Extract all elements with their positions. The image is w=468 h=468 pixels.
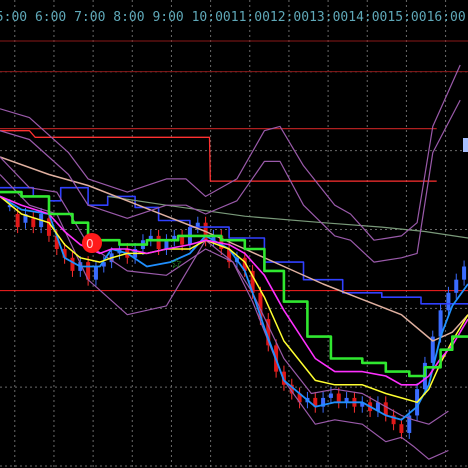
price-chart: 5:00 6:00 7:00 8:00 9:00 10:0011:0012:0013:00…: [0, 0, 468, 468]
x-tick-label-5: 10:00: [192, 10, 231, 25]
candle-body-19: [156, 235, 161, 249]
candle-body-50: [399, 424, 404, 433]
candle-body-1: [15, 213, 20, 228]
x-tick-label-1: 6:00: [35, 10, 66, 25]
candle-body-8: [70, 257, 75, 271]
candle-body-5: [46, 218, 51, 236]
candle-body-56: [446, 292, 451, 311]
x-tick-label-2: 7:00: [74, 10, 105, 25]
candle-body-11: [93, 266, 98, 280]
x-tick-label-11: 16:00: [427, 10, 466, 25]
x-tick-label-3: 8:00: [113, 10, 144, 25]
candle-body-57: [454, 279, 459, 293]
x-tick-label-4: 9:00: [152, 10, 183, 25]
star-marker: ☆: [170, 256, 183, 272]
candle-body-20: [164, 240, 169, 249]
x-tick-label-8: 13:00: [309, 10, 348, 25]
chart-background: [0, 0, 468, 468]
candle-body-58: [462, 266, 467, 280]
candle-body-41: [328, 393, 333, 398]
edge-marker: [463, 138, 468, 152]
x-tick-label-9: 14:00: [348, 10, 387, 25]
candle-body-48: [383, 402, 388, 416]
candle-body-42: [336, 393, 341, 403]
x-tick-label-10: 15:00: [387, 10, 426, 25]
x-tick-label-6: 11:00: [231, 10, 270, 25]
candle-body-3: [31, 218, 36, 228]
x-tick-label-0: 5:00: [0, 10, 27, 25]
x-tick-label-7: 12:00: [270, 10, 309, 25]
marker-label: 0: [86, 237, 94, 251]
